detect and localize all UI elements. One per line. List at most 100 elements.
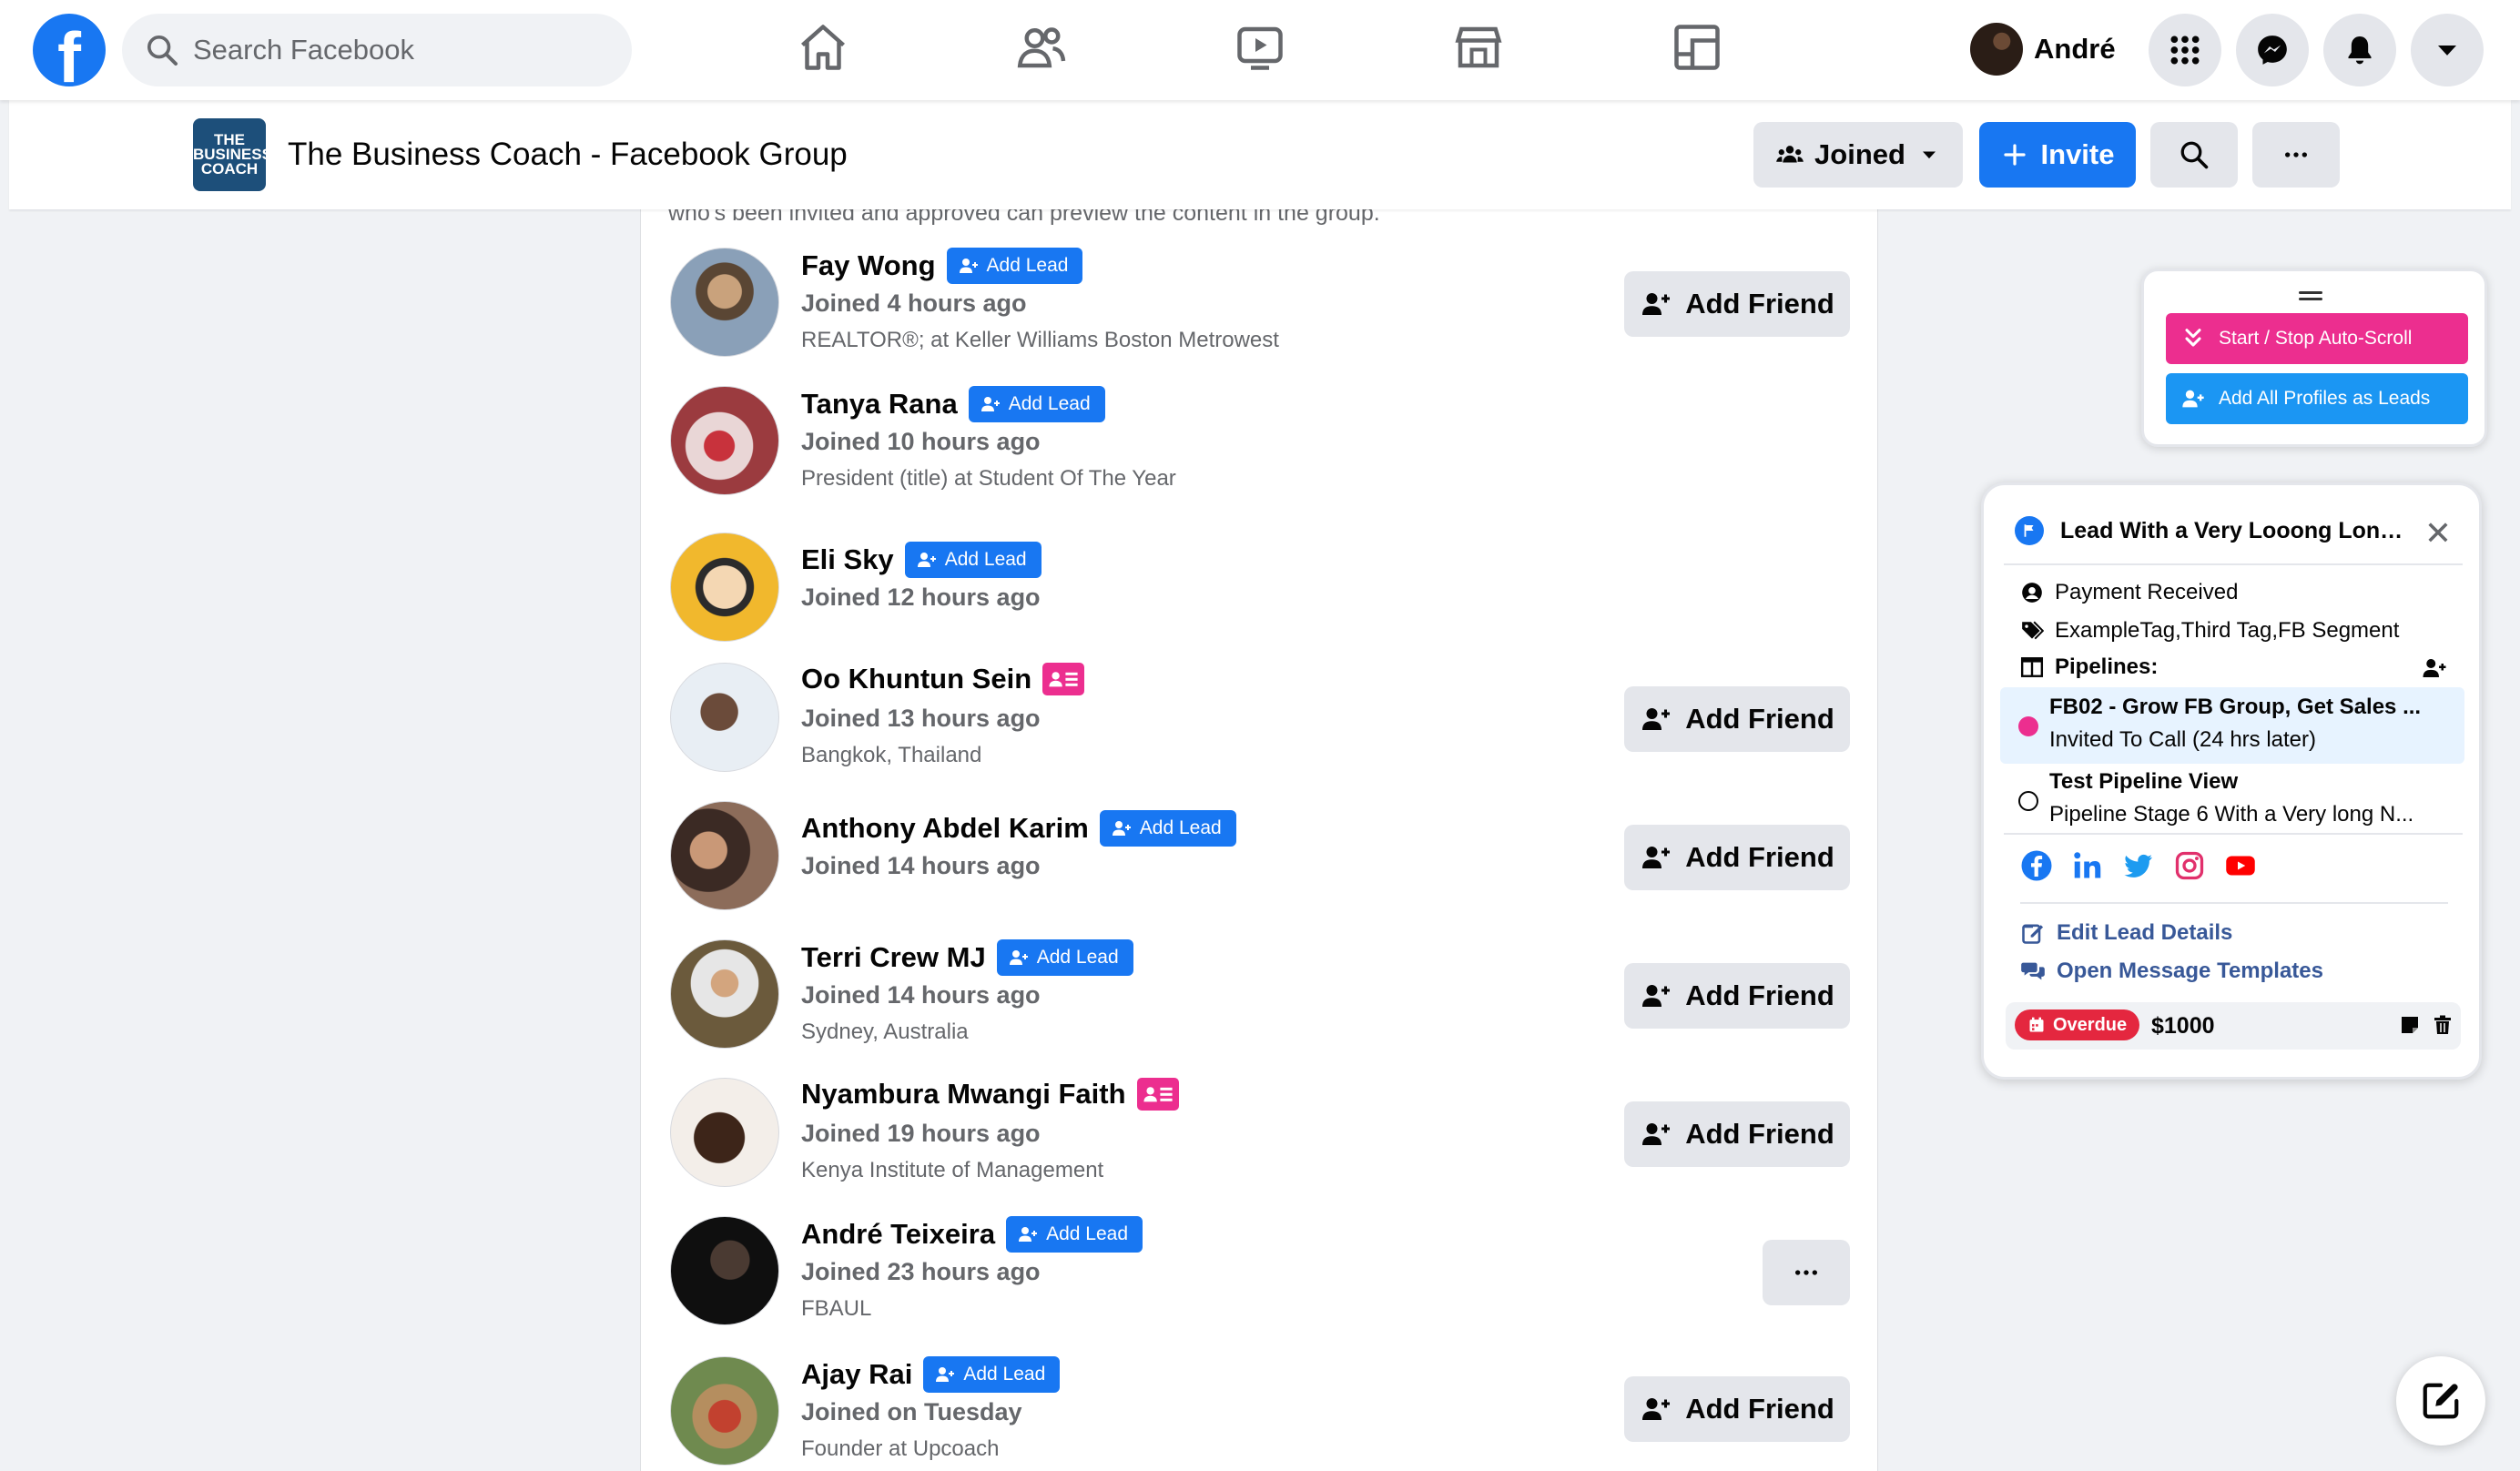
avatar[interactable] <box>670 1216 779 1325</box>
member-name[interactable]: André Teixeira <box>801 1218 995 1251</box>
member-name[interactable]: Tanya Rana <box>801 388 958 421</box>
add-user-icon <box>1642 293 1671 315</box>
lead-title: Lead With a Very Looong Long ... <box>2060 517 2415 543</box>
group-members-icon <box>1776 146 1804 163</box>
joined-button[interactable]: Joined <box>1753 122 1963 188</box>
messenger-button[interactable] <box>2236 14 2309 86</box>
add-user-icon[interactable] <box>2421 654 2448 682</box>
add-friend-button[interactable]: Add Friend <box>1624 1376 1850 1442</box>
add-lead-button[interactable]: Add Lead <box>946 248 1083 284</box>
profile-chip[interactable]: André <box>1970 20 2116 78</box>
group-header-bar: THE BUSINESS COACH The Business Coach - … <box>9 100 2511 209</box>
home-icon[interactable] <box>796 20 850 75</box>
group-title[interactable]: The Business Coach - Facebook Group <box>288 137 848 173</box>
search-input[interactable] <box>193 34 594 66</box>
pipeline-item[interactable]: Test Pipeline View Pipeline Stage 6 With… <box>2000 762 2464 838</box>
facebook-logo[interactable]: f <box>33 14 106 86</box>
trash-icon[interactable] <box>2432 1013 2454 1037</box>
add-friend-button[interactable]: Add Friend <box>1624 271 1850 337</box>
divider <box>2004 563 2463 565</box>
edit-icon <box>2022 924 2044 944</box>
add-friend-button[interactable]: Add Friend <box>1624 686 1850 752</box>
add-lead-button[interactable]: Add Lead <box>904 542 1042 578</box>
add-user-icon <box>1642 1398 1671 1420</box>
avatar[interactable] <box>670 1078 779 1187</box>
pipeline-status-dot <box>2018 716 2038 736</box>
member-name[interactable]: Eli Sky <box>801 543 894 576</box>
add-friend-button[interactable]: Add Friend <box>1624 1101 1850 1167</box>
gaming-icon[interactable] <box>1670 20 1724 75</box>
avatar[interactable] <box>670 386 779 495</box>
search-icon <box>2180 141 2209 169</box>
top-navigation-bar: f André <box>0 0 2520 100</box>
invite-button[interactable]: Invite <box>1979 122 2136 188</box>
avatar[interactable] <box>670 801 779 910</box>
friends-icon[interactable] <box>1014 20 1069 75</box>
invite-label: Invite <box>2040 138 2115 170</box>
autoscroll-button[interactable]: Start / Stop Auto-Scroll <box>2166 313 2468 364</box>
linkedin-icon[interactable] <box>2071 849 2104 882</box>
add-lead-button[interactable]: Add Lead <box>996 939 1133 976</box>
add-lead-button[interactable]: Add Lead <box>1006 1216 1143 1253</box>
twitter-icon[interactable] <box>2122 849 2155 882</box>
social-links <box>2020 849 2275 882</box>
joined-time: Joined 23 hours ago <box>801 1258 1041 1285</box>
chevrons-down-icon <box>2185 329 2201 347</box>
group-logo[interactable]: THE BUSINESS COACH <box>193 118 272 191</box>
avatar[interactable] <box>670 533 779 642</box>
member-name[interactable]: Ajay Rai <box>801 1358 912 1391</box>
pipeline-status-dot <box>2018 791 2038 811</box>
lead-footer: Overdue $1000 <box>2006 1002 2461 1050</box>
compose-message-button[interactable] <box>2396 1356 2485 1446</box>
member-name[interactable]: Anthony Abdel Karim <box>801 812 1089 845</box>
pipeline-item[interactable]: FB02 - Grow FB Group, Get Sales ... Invi… <box>2000 687 2464 764</box>
member-name[interactable]: Fay Wong <box>801 249 936 282</box>
avatar[interactable] <box>670 1356 779 1466</box>
add-friend-button[interactable]: Add Friend <box>1624 825 1850 890</box>
add-user-icon <box>1009 950 1028 965</box>
member-name[interactable]: Nyambura Mwangi Faith <box>801 1078 1126 1111</box>
avatar[interactable] <box>670 248 779 357</box>
flag-icon <box>2015 516 2044 545</box>
member-subtitle: Bangkok, Thailand <box>801 743 982 767</box>
avatar[interactable] <box>670 663 779 772</box>
avatar <box>1970 23 2023 76</box>
search-box[interactable] <box>122 14 632 86</box>
close-icon[interactable]: ✕ <box>2424 514 2452 553</box>
add-lead-button[interactable]: Add Lead <box>968 386 1105 422</box>
marketplace-icon[interactable] <box>1451 20 1506 75</box>
avatar[interactable] <box>670 939 779 1049</box>
note-icon[interactable] <box>2399 1013 2421 1037</box>
joined-time: Joined 10 hours ago <box>801 428 1041 455</box>
lead-card-badge[interactable] <box>1136 1078 1179 1111</box>
contact-card-icon <box>1049 672 1078 687</box>
overdue-badge[interactable]: Overdue <box>2015 1009 2140 1040</box>
instagram-icon[interactable] <box>2173 849 2206 882</box>
message-templates-link[interactable]: Open Message Templates <box>2020 959 2323 984</box>
user-circle-icon <box>2022 583 2042 603</box>
divider <box>2004 833 2463 835</box>
lead-tags[interactable]: ExampleTag,Third Tag,FB Segment <box>2020 618 2399 644</box>
group-more-button[interactable] <box>2252 122 2340 188</box>
watch-icon[interactable] <box>1233 20 1287 75</box>
group-search-button[interactable] <box>2150 122 2238 188</box>
lead-card-badge[interactable] <box>1042 663 1085 695</box>
lead-details-panel: Lead With a Very Looong Long ... ✕ Payme… <box>1981 482 2482 1080</box>
facebook-icon[interactable] <box>2020 849 2053 882</box>
drag-handle[interactable] <box>2299 291 2322 302</box>
add-user-icon <box>1642 1123 1671 1145</box>
add-lead-button[interactable]: Add Lead <box>923 1356 1061 1393</box>
member-name[interactable]: Terri Crew MJ <box>801 941 986 974</box>
member-name[interactable]: Oo Khuntun Sein <box>801 663 1031 695</box>
add-friend-button[interactable]: Add Friend <box>1624 963 1850 1029</box>
notifications-button[interactable] <box>2323 14 2396 86</box>
add-user-icon <box>917 553 936 567</box>
member-more-button[interactable] <box>1763 1240 1850 1305</box>
add-lead-button[interactable]: Add Lead <box>1099 810 1236 847</box>
youtube-icon[interactable] <box>2224 849 2257 882</box>
edit-lead-link[interactable]: Edit Lead Details <box>2020 920 2232 946</box>
menu-grid-button[interactable] <box>2149 14 2221 86</box>
search-icon <box>147 36 178 66</box>
add-all-leads-button[interactable]: Add All Profiles as Leads <box>2166 373 2468 424</box>
account-menu-button[interactable] <box>2411 14 2484 86</box>
